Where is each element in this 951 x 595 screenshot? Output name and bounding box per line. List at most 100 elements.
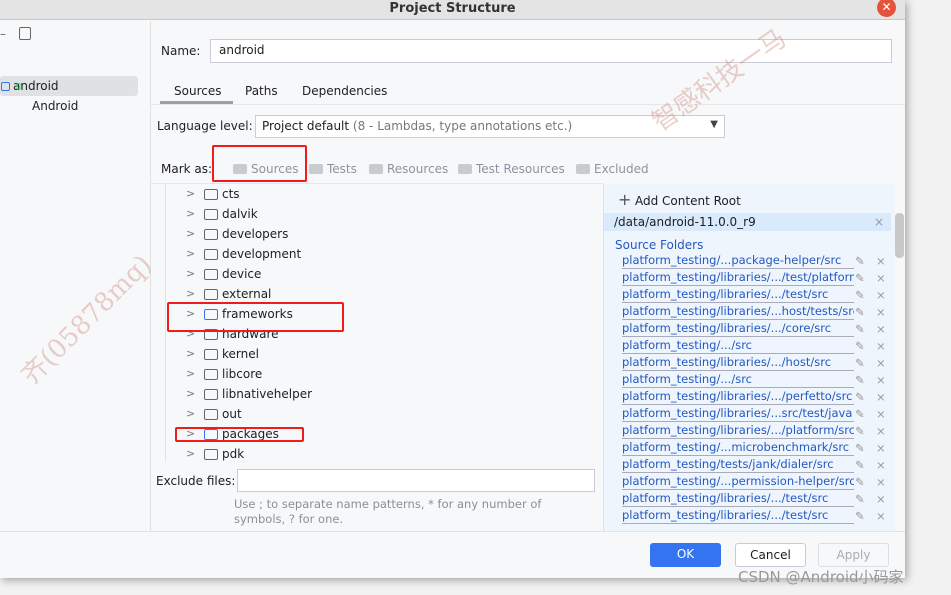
mark-tests-button[interactable]: Tests <box>309 162 357 176</box>
remove-icon[interactable]: × <box>876 355 886 372</box>
edit-icon[interactable]: ✎ <box>855 287 865 304</box>
edit-icon[interactable]: ✎ <box>855 423 865 440</box>
chevron-right-icon[interactable]: > <box>186 244 195 264</box>
chevron-right-icon[interactable]: > <box>186 364 195 384</box>
source-folder-row[interactable]: platform_testing/libraries/.../core/src ✎… <box>622 321 892 338</box>
exclude-files-input[interactable] <box>237 469 595 492</box>
tree-item-label: libcore <box>222 367 263 381</box>
language-level-hint: (8 - Lambdas, type annotations etc.) <box>352 119 573 133</box>
tree-item[interactable]: > kernel <box>166 344 596 364</box>
source-folder-row[interactable]: platform_testing/...microbenchmark/src ✎ × <box>622 440 892 457</box>
edit-icon[interactable]: ✎ <box>855 253 865 270</box>
scrollbar[interactable] <box>895 213 904 258</box>
edit-icon[interactable]: ✎ <box>855 508 865 525</box>
chevron-right-icon[interactable]: > <box>186 284 195 304</box>
tree-item[interactable]: > cts <box>166 184 596 204</box>
edit-icon[interactable]: ✎ <box>855 457 865 474</box>
remove-icon[interactable]: × <box>876 457 886 474</box>
tab-sources[interactable]: Sources <box>174 84 221 98</box>
content-root-panel: + Add Content Root /data/android-11.0.0_… <box>603 184 895 531</box>
remove-icon[interactable]: × <box>876 406 886 423</box>
source-folder-row[interactable]: platform_testing/...permission-helper/sr… <box>622 474 892 491</box>
edit-icon[interactable]: ✎ <box>855 491 865 508</box>
chevron-down-icon: ▼ <box>710 119 718 130</box>
source-folder-path: platform_testing/libraries/.../platform/… <box>622 423 854 439</box>
source-folder-row[interactable]: platform_testing/libraries/.../test/src ✎… <box>622 508 892 525</box>
edit-icon[interactable]: ✎ <box>855 372 865 389</box>
source-folder-row[interactable]: platform_testing/libraries/.../platform/… <box>622 423 892 440</box>
tab-dependencies[interactable]: Dependencies <box>302 84 387 98</box>
source-folder-path: platform_testing/libraries/.../core/src <box>622 321 854 337</box>
edit-icon[interactable]: ✎ <box>855 474 865 491</box>
content-root-row[interactable]: /data/android-11.0.0_r9 × <box>604 213 891 231</box>
remove-icon[interactable]: × <box>876 474 886 491</box>
tree-item[interactable]: > device <box>166 264 596 284</box>
source-folder-row[interactable]: platform_testing/...package-helper/src ✎ × <box>622 253 892 270</box>
edit-icon[interactable]: ✎ <box>855 270 865 287</box>
tree-item[interactable]: > development <box>166 244 596 264</box>
folder-icon <box>369 164 383 174</box>
folder-icon <box>204 229 218 240</box>
edit-icon[interactable]: ✎ <box>855 389 865 406</box>
tree-item[interactable]: > out <box>166 404 596 424</box>
tree-item[interactable]: > libcore <box>166 364 596 384</box>
apply-button[interactable]: Apply <box>818 543 889 567</box>
tree-item[interactable]: > libnativehelper <box>166 384 596 404</box>
remove-icon[interactable]: × <box>876 338 886 355</box>
mark-excluded-button[interactable]: Excluded <box>576 162 649 176</box>
chevron-right-icon[interactable]: > <box>186 264 195 284</box>
source-folder-path: platform_testing/tests/jank/dialer/src <box>622 457 854 473</box>
chevron-right-icon[interactable]: > <box>186 204 195 224</box>
remove-icon[interactable]: × <box>876 287 886 304</box>
edit-icon[interactable]: ✎ <box>855 355 865 372</box>
source-folder-row[interactable]: platform_testing/.../src ✎ × <box>622 372 892 389</box>
chevron-right-icon[interactable]: > <box>186 444 195 462</box>
source-folder-row[interactable]: platform_testing/libraries/.../test/src ✎… <box>622 491 892 508</box>
chevron-right-icon[interactable]: > <box>186 224 195 244</box>
source-folder-row[interactable]: platform_testing/libraries/...src/test/j… <box>622 406 892 423</box>
remove-icon[interactable]: × <box>876 270 886 287</box>
source-folder-row[interactable]: platform_testing/libraries/.../perfetto/… <box>622 389 892 406</box>
remove-icon[interactable]: × <box>876 389 886 406</box>
name-input[interactable]: android <box>210 39 892 63</box>
collapse-icon[interactable]: – <box>0 27 6 41</box>
source-folder-row[interactable]: platform_testing/tests/jank/dialer/src ✎ × <box>622 457 892 474</box>
tree-item[interactable]: > developers <box>166 224 596 244</box>
source-folder-row[interactable]: platform_testing/libraries/.../test/plat… <box>622 270 892 287</box>
mark-resources-button[interactable]: Resources <box>369 162 448 176</box>
edit-icon[interactable]: ✎ <box>855 338 865 355</box>
edit-icon[interactable]: ✎ <box>855 440 865 457</box>
remove-icon[interactable]: × <box>876 440 886 457</box>
cancel-button[interactable]: Cancel <box>735 543 806 567</box>
tree-item[interactable]: > pdk <box>166 444 596 462</box>
chevron-right-icon[interactable]: > <box>186 384 195 404</box>
add-content-root-button[interactable]: Add Content Root <box>635 194 741 208</box>
remove-icon[interactable]: × <box>876 423 886 440</box>
tab-paths[interactable]: Paths <box>245 84 278 98</box>
edit-icon[interactable]: ✎ <box>855 406 865 423</box>
ok-button[interactable]: OK <box>650 543 721 567</box>
edit-icon[interactable]: ✎ <box>855 304 865 321</box>
remove-icon[interactable]: × <box>876 321 886 338</box>
source-folder-row[interactable]: platform_testing/libraries/.../host/src ✎… <box>622 355 892 372</box>
sidebar-item-android-facet[interactable]: Android <box>32 99 78 113</box>
source-folder-row[interactable]: platform_testing/libraries/...host/tests… <box>622 304 892 321</box>
tree-item-label: kernel <box>222 347 259 361</box>
source-folder-path: platform_testing/libraries/.../perfetto/… <box>622 389 854 405</box>
chevron-right-icon[interactable]: > <box>186 404 195 424</box>
remove-icon[interactable]: × <box>876 508 886 525</box>
mark-test-resources-button[interactable]: Test Resources <box>458 162 565 176</box>
remove-icon[interactable]: × <box>876 491 886 508</box>
tree-item[interactable]: > external <box>166 284 596 304</box>
chevron-right-icon[interactable]: > <box>186 344 195 364</box>
source-folder-row[interactable]: platform_testing/.../src ✎ × <box>622 338 892 355</box>
remove-icon[interactable]: × <box>876 304 886 321</box>
remove-root-icon[interactable]: × <box>874 213 884 231</box>
edit-icon[interactable]: ✎ <box>855 321 865 338</box>
copy-icon[interactable] <box>19 27 31 40</box>
remove-icon[interactable]: × <box>876 372 886 389</box>
remove-icon[interactable]: × <box>876 253 886 270</box>
chevron-right-icon[interactable]: > <box>186 184 195 204</box>
tree-item[interactable]: > dalvik <box>166 204 596 224</box>
source-folder-row[interactable]: platform_testing/libraries/.../test/src ✎… <box>622 287 892 304</box>
